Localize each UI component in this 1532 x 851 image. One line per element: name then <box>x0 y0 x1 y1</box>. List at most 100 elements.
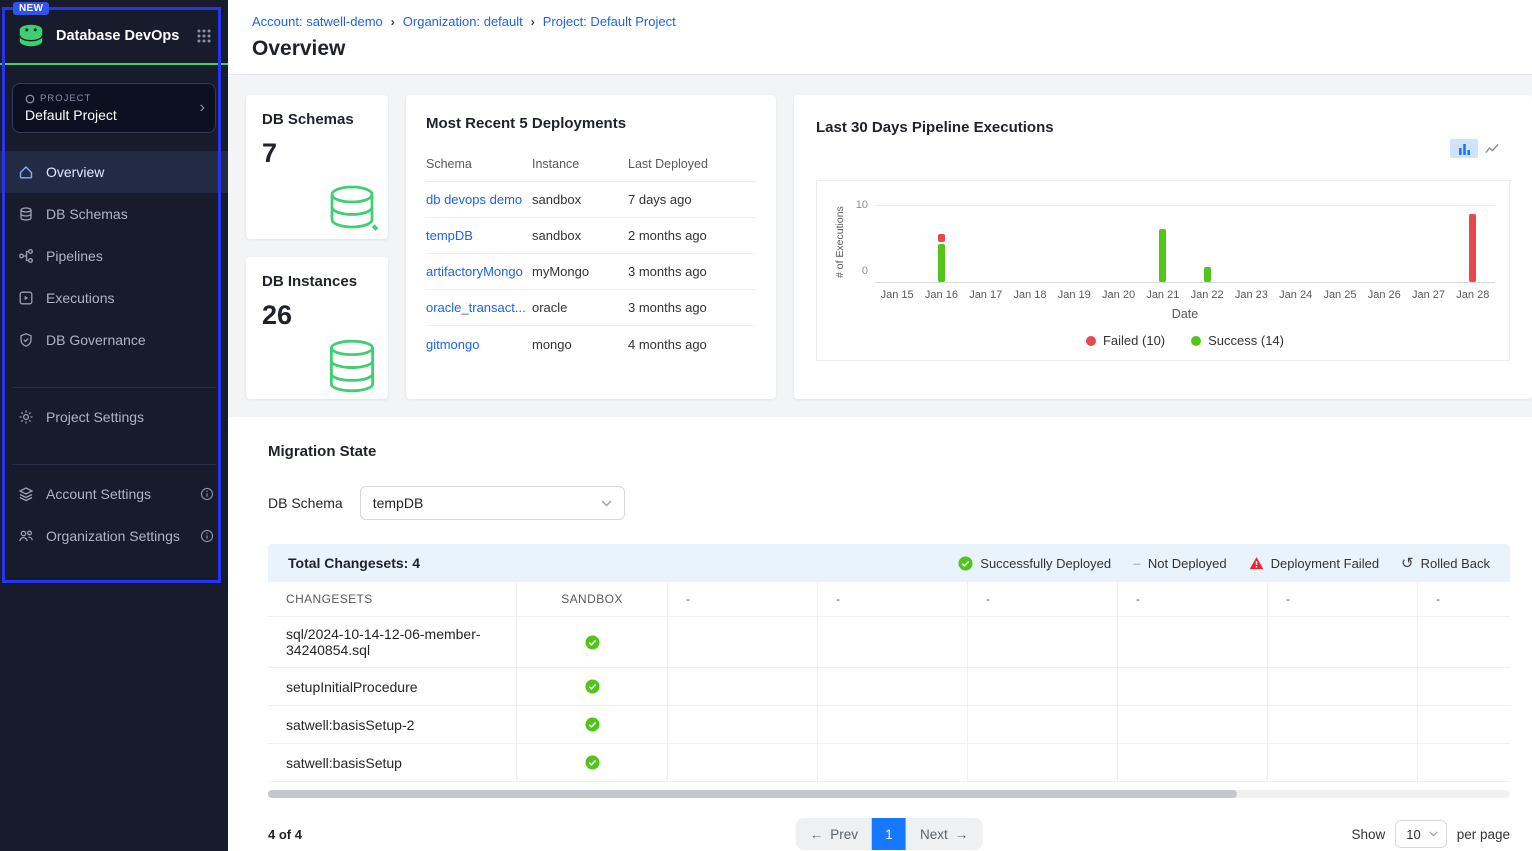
chart-bar-stack <box>982 206 989 282</box>
sidebar-item-db-schemas[interactable]: DB Schemas <box>0 193 228 235</box>
app-logo-database-icon <box>16 22 46 49</box>
horizontal-scrollbar-thumb[interactable] <box>268 790 1237 798</box>
deployment-instance: sandbox <box>532 192 628 207</box>
empty-status-cell <box>668 617 818 668</box>
deployment-schema-link[interactable]: artifactoryMongo <box>426 264 532 279</box>
chart-bar-slot <box>1362 206 1406 282</box>
chart-x-tick-label: Jan 21 <box>1141 289 1185 301</box>
pipeline-executions-card: Last 30 Days Pipeline Executions # of Ex… <box>794 95 1532 399</box>
bar-chart-toggle-icon[interactable] <box>1450 139 1478 158</box>
chart-x-tick-label: Jan 27 <box>1406 289 1450 301</box>
chart-bar-slot <box>1185 206 1229 282</box>
breadcrumb-organization-link[interactable]: Organization: default <box>403 14 523 29</box>
chart-bar-slot <box>1008 206 1052 282</box>
deployment-last-deployed: 3 months ago <box>628 300 756 315</box>
database-stack-icon <box>320 335 384 397</box>
chart-bar-stack <box>1381 206 1388 282</box>
rollback-icon: ↺ <box>1401 556 1414 571</box>
migration-column-header: - <box>668 582 818 617</box>
deployment-schema-link[interactable]: gitmongo <box>426 337 532 352</box>
empty-status-cell <box>1418 706 1510 744</box>
success-bar-segment <box>1204 267 1211 282</box>
sidebar-item-organization-settings[interactable]: Organization Settings <box>0 515 228 557</box>
breadcrumb-project-link[interactable]: Project: Default Project <box>543 14 676 29</box>
empty-status-cell <box>1118 617 1268 668</box>
status-legend-item: Successfully Deployed <box>958 556 1111 571</box>
db-schemas-card[interactable]: DB Schemas 7 <box>246 95 388 239</box>
empty-status-cell <box>1268 744 1418 782</box>
chart-legend-label: Success (14) <box>1208 333 1284 348</box>
card-title: DB Instances <box>262 273 372 290</box>
failed-bar-segment <box>1469 214 1476 282</box>
chart-y-axis-title: # of Executions <box>831 205 847 283</box>
chart-type-toggles <box>1450 139 1506 158</box>
arrow-left-icon: ← <box>810 827 824 842</box>
deployment-last-deployed: 7 days ago <box>628 192 756 207</box>
migration-table-body: sql/2024-10-14-12-06-member-34240854.sql… <box>268 617 1510 782</box>
chart-x-tick-label: Jan 18 <box>1008 289 1052 301</box>
deployment-last-deployed: 3 months ago <box>628 264 756 279</box>
empty-status-cell <box>1268 617 1418 668</box>
y-tick-label: 0 <box>862 265 868 277</box>
chart-x-tick-label: Jan 20 <box>1096 289 1140 301</box>
chevron-right-icon: › <box>200 99 205 117</box>
database-icon <box>320 177 384 237</box>
chart-y-ticks: 10 0 <box>847 199 875 277</box>
chart-x-tick-label: Jan 24 <box>1274 289 1318 301</box>
column-header: Instance <box>532 157 628 171</box>
deployment-schema-link[interactable]: oracle_transact... <box>426 300 532 315</box>
page-number-button[interactable]: 1 <box>872 818 906 850</box>
next-page-button[interactable]: Next → <box>906 818 982 850</box>
main-content: Account: satwell-demo › Organization: de… <box>228 0 1532 851</box>
empty-status-cell <box>1118 706 1268 744</box>
chart-bar-stack <box>1336 206 1343 282</box>
horizontal-scrollbar-track[interactable] <box>268 790 1510 798</box>
deployment-schema-link[interactable]: db devops demo <box>426 192 532 207</box>
db-schema-select[interactable]: tempDB <box>360 486 625 520</box>
layers-icon <box>18 486 34 502</box>
sidebar: NEW Database DevOps PROJECT Def <box>0 0 228 851</box>
sidebar-item-pipelines[interactable]: Pipelines <box>0 235 228 277</box>
sidebar-item-project-settings[interactable]: Project Settings <box>0 396 228 438</box>
per-page-select[interactable]: 10 <box>1395 820 1446 848</box>
per-page-selected-value: 10 <box>1406 827 1420 842</box>
card-title: DB Schemas <box>262 111 372 128</box>
prev-page-button[interactable]: ← Prev <box>796 818 872 850</box>
db-instances-count: 26 <box>262 300 372 331</box>
sidebar-item-executions[interactable]: Executions <box>0 277 228 319</box>
db-schema-selected-value: tempDB <box>373 495 424 511</box>
sidebar-item-db-governance[interactable]: DB Governance <box>0 319 228 361</box>
success-check-icon <box>958 556 973 571</box>
changesets-summary-band: Total Changesets: 4 Successfully Deploye… <box>268 544 1510 582</box>
chart-x-labels: Jan 15Jan 16Jan 17Jan 18Jan 19Jan 20Jan … <box>875 289 1495 301</box>
chart-x-tick-label: Jan 19 <box>1052 289 1096 301</box>
project-selector[interactable]: PROJECT Default Project › <box>12 83 216 133</box>
project-eyebrow-label: PROJECT <box>40 93 91 104</box>
primary-nav: Overview DB Schemas Pipelines Executions… <box>0 151 228 557</box>
sidebar-item-overview[interactable]: Overview <box>0 151 228 193</box>
success-check-icon <box>585 679 600 694</box>
empty-status-cell <box>968 668 1118 706</box>
status-legend-item: –Not Deployed <box>1133 556 1227 571</box>
info-icon[interactable] <box>200 529 214 543</box>
sidebar-item-account-settings[interactable]: Account Settings <box>0 473 228 515</box>
migration-state-panel: Migration State DB Schema tempDB Total C… <box>228 417 1532 851</box>
executions-icon <box>18 290 34 306</box>
empty-status-cell <box>818 617 968 668</box>
divider <box>12 464 216 465</box>
sidebar-item-label: Pipelines <box>46 248 103 264</box>
db-schemas-count: 7 <box>262 138 372 169</box>
db-instances-card[interactable]: DB Instances 26 <box>246 257 388 399</box>
people-icon <box>18 528 34 544</box>
sandbox-status-cell <box>517 617 668 668</box>
section-title: Migration State <box>268 443 1510 460</box>
chart-bar-stack <box>938 206 945 282</box>
deployment-schema-link[interactable]: tempDB <box>426 228 532 243</box>
chart-x-tick-label: Jan 25 <box>1318 289 1362 301</box>
breadcrumb-account-link[interactable]: Account: satwell-demo <box>252 14 383 29</box>
apps-grid-icon[interactable] <box>196 28 212 44</box>
chart-legend-item: Success (14) <box>1191 333 1284 348</box>
line-chart-toggle-icon[interactable] <box>1478 139 1506 158</box>
info-icon[interactable] <box>200 487 214 501</box>
empty-status-cell <box>818 668 968 706</box>
